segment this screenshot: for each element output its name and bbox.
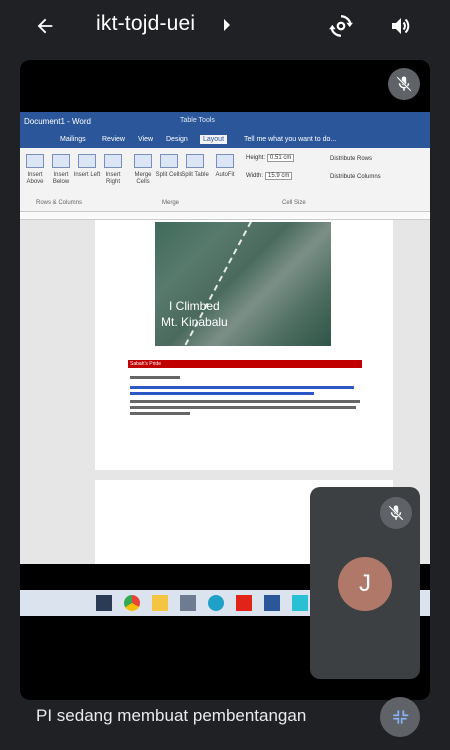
- edge-icon: [208, 595, 224, 611]
- keyboard-icon: [180, 595, 196, 611]
- caret-right-icon[interactable]: [218, 14, 236, 36]
- split-cells-label: Split Cells: [155, 172, 183, 178]
- meeting-code[interactable]: ikt-tojd-uei: [96, 12, 195, 36]
- height-field: Height: 0.51 cm: [246, 154, 295, 162]
- photo-caption-line1: I Climbed: [169, 299, 220, 313]
- height-value: 0.51 cm: [267, 154, 295, 162]
- group-cell-size: Cell Size: [282, 200, 306, 206]
- word-document-title: Document1 - Word: [24, 117, 91, 126]
- ruler: [20, 212, 430, 220]
- presenter-mic-status: [388, 68, 420, 100]
- text-line-selected: [130, 392, 314, 395]
- height-label: Height:: [246, 155, 266, 161]
- speaker-icon: [392, 18, 410, 34]
- word-tab-layout: Layout: [200, 135, 228, 144]
- autofit-label: AutoFit: [215, 172, 235, 178]
- back-button[interactable]: [28, 10, 62, 42]
- distribute-columns: Distribute Columns: [330, 174, 381, 180]
- insert-below-label: Insert Below: [52, 172, 70, 185]
- speaker-button[interactable]: [384, 10, 418, 42]
- word-tab-mailings: Mailings: [60, 136, 86, 143]
- self-view-tile[interactable]: J: [310, 487, 420, 679]
- word-tab-view: View: [138, 136, 154, 143]
- photo-caption-line2: Mt. Kinabalu: [161, 315, 228, 329]
- width-field: Width: 15.9 cm: [246, 172, 293, 180]
- document-heading: Sabah's Pride: [130, 361, 161, 367]
- word-ribbon: Insert Above Insert Below Insert Left In…: [20, 148, 430, 212]
- minimize-button[interactable]: [380, 697, 420, 737]
- mic-off-icon: [388, 505, 404, 521]
- insert-right-icon: [104, 154, 122, 168]
- text-line: [130, 376, 180, 379]
- insert-above-label: Insert Above: [26, 172, 44, 185]
- word-icon: [264, 595, 280, 611]
- group-rows-columns: Rows & Columns: [36, 200, 83, 206]
- document-page: I Climbed Mt. Kinabalu Sabah's Pride: [95, 220, 393, 470]
- minimize-icon: [393, 710, 409, 724]
- avatar: J: [338, 557, 392, 611]
- back-arrow-icon: [37, 18, 53, 34]
- width-value: 15.9 cm: [265, 172, 293, 180]
- merge-cells-label: Merge Cells: [134, 172, 152, 185]
- switch-camera-icon: [329, 15, 353, 37]
- switch-camera-button[interactable]: [324, 10, 358, 42]
- mountain-photo: I Climbed Mt. Kinabalu: [155, 222, 331, 346]
- insert-above-icon: [26, 154, 44, 168]
- self-mic-status: [380, 497, 412, 529]
- word-ribbon-tabs: Mailings Review View Design Layout Tell …: [20, 134, 430, 148]
- top-bar: ikt-tojd-uei: [0, 0, 450, 52]
- merge-cells-icon: [134, 154, 152, 168]
- word-title-bar: Document1 - Word Table Tools: [20, 112, 430, 134]
- insert-left-icon: [78, 154, 96, 168]
- mic-off-icon: [396, 76, 412, 92]
- app-icon: [292, 595, 308, 611]
- task-view-icon: [96, 595, 112, 611]
- text-line: [130, 406, 356, 409]
- insert-right-label: Insert Right: [105, 172, 121, 185]
- presenting-status: PI sedang membuat pembentangan: [36, 706, 307, 725]
- word-tell-me: Tell me what you want to do...: [244, 136, 337, 143]
- text-line: [130, 412, 190, 415]
- document-heading-bar: Sabah's Pride: [128, 360, 362, 368]
- insert-left-label: Insert Left: [73, 172, 101, 178]
- distribute-rows: Distribute Rows: [330, 156, 373, 162]
- group-merge: Merge: [162, 200, 180, 206]
- split-cells-icon: [160, 154, 178, 168]
- acrobat-icon: [236, 595, 252, 611]
- split-table-label: Split Table: [181, 172, 209, 178]
- chrome-icon: [124, 595, 140, 611]
- text-line-selected: [130, 386, 354, 389]
- word-context-tab: Table Tools: [180, 117, 215, 124]
- autofit-icon: [216, 154, 234, 168]
- word-tab-review: Review: [102, 136, 125, 143]
- insert-below-icon: [52, 154, 70, 168]
- text-line: [130, 400, 360, 403]
- width-label: Width:: [246, 173, 264, 179]
- file-explorer-icon: [152, 595, 168, 611]
- word-tab-design: Design: [166, 136, 188, 143]
- split-table-icon: [186, 154, 204, 168]
